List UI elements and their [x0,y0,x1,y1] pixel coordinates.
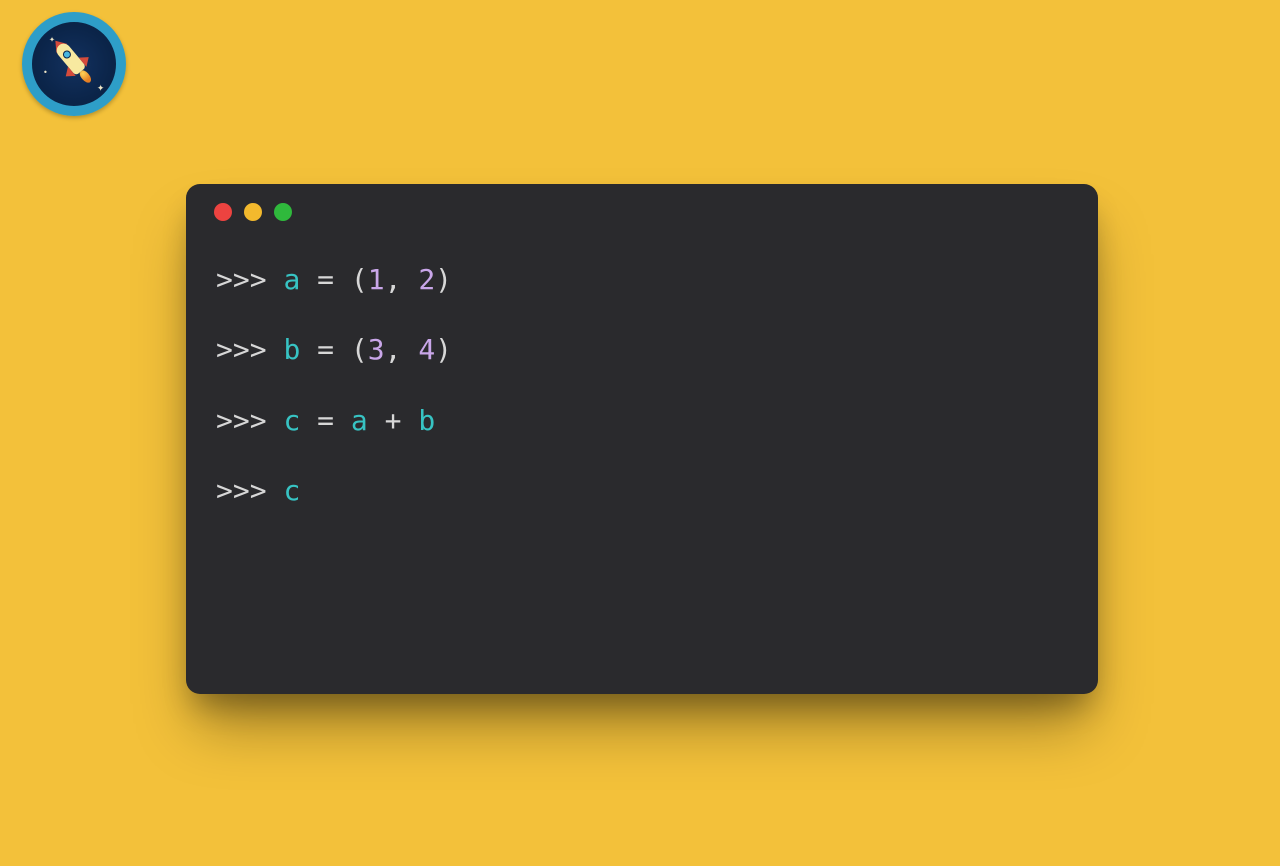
window-titlebar [186,184,1098,240]
code-token-number: 2 [418,262,435,298]
code-token-op: = [300,332,351,368]
zoom-icon[interactable] [274,203,292,221]
code-token-number: 1 [368,262,385,298]
code-token-op: = [300,262,351,298]
code-area: >>> a = (1, 2)>>> b = (3, 4)>>> c = a + … [186,240,1098,510]
code-token-number: 3 [368,332,385,368]
code-token-number: 4 [418,332,435,368]
code-token-punct: , [385,262,419,298]
code-window: >>> a = (1, 2)>>> b = (3, 4)>>> c = a + … [186,184,1098,694]
code-token-op: = [300,403,351,439]
code-token-prompt: >>> [216,403,283,439]
minimize-icon[interactable] [244,203,262,221]
code-line: >>> c [216,473,1068,509]
code-token-ident: a [351,403,368,439]
code-token-punct: ) [435,332,452,368]
code-token-ident: b [283,332,300,368]
code-token-prompt: >>> [216,262,283,298]
close-icon[interactable] [214,203,232,221]
code-token-prompt: >>> [216,473,283,509]
code-token-punct: ( [351,262,368,298]
code-token-op: + [368,403,419,439]
code-token-ident: c [283,473,300,509]
rocket-icon: ✦ ✦ • [39,29,109,99]
code-line: >>> a = (1, 2) [216,262,1068,298]
code-line: >>> c = a + b [216,403,1068,439]
code-token-ident: b [418,403,435,439]
code-token-ident: c [283,403,300,439]
code-token-punct: ( [351,332,368,368]
brand-logo: ✦ ✦ • [22,12,126,116]
code-token-punct: ) [435,262,452,298]
code-token-punct: , [385,332,419,368]
code-token-ident: a [283,262,300,298]
code-token-prompt: >>> [216,332,283,368]
code-line: >>> b = (3, 4) [216,332,1068,368]
